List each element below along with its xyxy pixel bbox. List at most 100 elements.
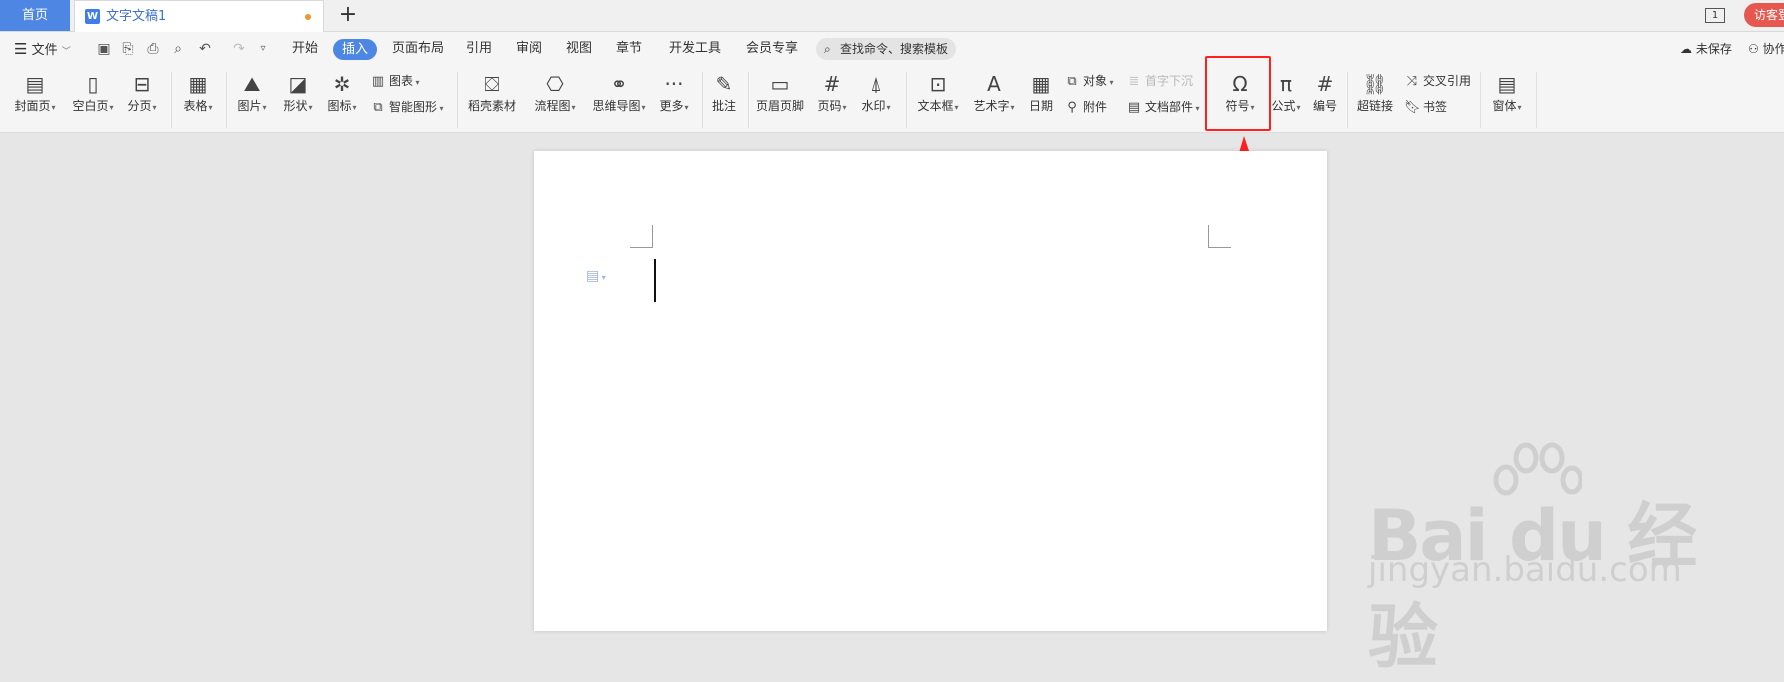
collab-label: 协作 xyxy=(1762,42,1784,56)
header-footer-button[interactable]: ▭ 页眉页脚 xyxy=(754,70,806,128)
chevron-down-icon: ▾ xyxy=(437,104,444,113)
wordart-label: 艺术字 xyxy=(973,99,1010,113)
print-icon[interactable]: ⎙ xyxy=(144,40,162,58)
command-search-input[interactable]: ⌕ 查找命令、搜索模板 xyxy=(816,38,956,60)
print-preview-icon[interactable]: ⌕ xyxy=(169,40,187,58)
page-break-button[interactable]: ⊟ 分页▾ xyxy=(124,70,160,128)
page-number-button[interactable]: # 页码▾ xyxy=(814,70,850,128)
icon-button[interactable]: ✲ 图标▾ xyxy=(324,70,360,128)
export-icon[interactable]: ⎘ xyxy=(119,40,137,58)
new-tab-button[interactable]: + xyxy=(336,2,360,28)
shape-icon: ◪ xyxy=(288,72,308,96)
flowchart-button[interactable]: ⎔ 流程图▾ xyxy=(530,70,580,128)
file-menu[interactable]: ☰ 文件 ﹀ xyxy=(14,32,71,66)
form-window-icon: ▤ xyxy=(1497,72,1517,96)
window-button[interactable]: ▤ 窗体▾ xyxy=(1488,70,1526,128)
visitor-login-button[interactable]: 访客登 xyxy=(1744,3,1784,27)
icon-label: 图标 xyxy=(327,99,352,113)
hyperlink-button[interactable]: ⛓ 超链接 xyxy=(1354,70,1396,128)
docparts-label: 文档部件 xyxy=(1145,100,1194,114)
tab-references[interactable]: 引用 xyxy=(466,32,492,66)
tab-page-layout[interactable]: 页面布局 xyxy=(392,32,444,66)
picture-label: 图片 xyxy=(237,99,262,113)
insert-ribbon: ▤ 封面页▾ ▯ 空白页▾ ⊟ 分页▾ ▦ 表格▾ ⛰ 图片▾ ◪ 形状▾ ✲ … xyxy=(0,66,1784,133)
chevron-down-icon: ▾ xyxy=(109,103,114,112)
numbering-button[interactable]: # 编号 xyxy=(1310,70,1340,128)
formula-label: 公式 xyxy=(1271,99,1296,113)
docer-material-button[interactable]: ⛋ 稻壳素材 xyxy=(466,70,518,128)
document-title: 文字文稿1 xyxy=(106,9,167,24)
collab-button[interactable]: ⚇ 协作 xyxy=(1748,32,1784,66)
attachment-label: 附件 xyxy=(1083,100,1108,114)
unsaved-dot-icon xyxy=(305,14,311,20)
wordart-button[interactable]: A 艺术字▾ xyxy=(970,70,1018,128)
crossref-icon: ⤨ xyxy=(1406,74,1418,89)
blank-page-button[interactable]: ▯ 空白页▾ xyxy=(70,70,116,128)
ribbon-divider xyxy=(1480,72,1481,128)
attachment-button[interactable]: ⚲ 附件 xyxy=(1064,97,1107,117)
unsaved-status[interactable]: ☁ 未保存 xyxy=(1680,32,1732,66)
ribbon-divider xyxy=(906,72,907,128)
tab-developer[interactable]: 开发工具 xyxy=(669,32,721,66)
docparts-button[interactable]: ▤ 文档部件 ▾ xyxy=(1126,97,1200,117)
docer-label: 稻壳素材 xyxy=(467,99,516,113)
table-button[interactable]: ▦ 表格▾ xyxy=(180,70,216,128)
ribbon-divider xyxy=(226,72,227,128)
more-button[interactable]: ··· 更多▾ xyxy=(656,70,692,128)
tab-insert[interactable]: 插入 xyxy=(333,39,377,60)
chevron-down-icon: ▾ xyxy=(1296,103,1301,112)
tab-review[interactable]: 审阅 xyxy=(516,32,542,66)
page-number-icon: # xyxy=(823,72,841,96)
redo-icon[interactable]: ↷ xyxy=(230,40,248,58)
mindmap-icon: ⚭ xyxy=(610,72,628,96)
chevron-down-icon: ▾ xyxy=(208,103,213,112)
tab-section[interactable]: 章节 xyxy=(616,32,642,66)
cover-page-button[interactable]: ▤ 封面页▾ xyxy=(12,70,58,128)
customize-toolbar-icon[interactable]: ▿ xyxy=(254,40,272,58)
shape-button[interactable]: ◪ 形状▾ xyxy=(280,70,316,128)
tab-home[interactable]: 首页 xyxy=(0,0,70,31)
window-label: 窗体 xyxy=(1492,99,1517,113)
tab-member[interactable]: 会员专享 xyxy=(746,32,798,66)
chart-label: 图表 xyxy=(389,74,414,88)
window-count-badge[interactable]: 1 xyxy=(1705,8,1725,23)
date-button[interactable]: ▦ 日期 xyxy=(1026,70,1056,128)
dropcap-label: 首字下沉 xyxy=(1145,74,1194,88)
chevron-down-icon: ▾ xyxy=(1010,103,1015,112)
tab-start[interactable]: 开始 xyxy=(292,32,318,66)
bookmark-button[interactable]: 🔖︎ 书签 xyxy=(1404,97,1447,117)
watermark-button[interactable]: ⍋ 水印▾ xyxy=(858,70,894,128)
unsaved-label: 未保存 xyxy=(1695,42,1732,56)
margin-corner-mark xyxy=(630,225,653,248)
chevron-down-icon: ▾ xyxy=(684,103,689,112)
mindmap-button[interactable]: ⚭ 思维导图▾ xyxy=(588,70,650,128)
object-button[interactable]: ⧉ 对象 ▾ xyxy=(1064,71,1114,91)
formula-button[interactable]: π 公式▾ xyxy=(1268,70,1304,128)
chevron-down-icon: ▾ xyxy=(954,103,959,112)
comment-button[interactable]: ✎ 批注 xyxy=(708,70,740,128)
textbox-button[interactable]: ⊡ 文本框▾ xyxy=(914,70,962,128)
tab-view[interactable]: 视图 xyxy=(566,32,592,66)
chart-icon: ▥ xyxy=(371,74,385,89)
writer-doc-icon: W xyxy=(85,9,100,24)
chevron-down-icon: ▾ xyxy=(262,103,267,112)
pi-icon: π xyxy=(1279,72,1293,96)
ribbon-divider xyxy=(748,72,749,128)
document-page[interactable]: ▤ ▾ xyxy=(534,151,1327,631)
numbering-icon: # xyxy=(1316,72,1334,96)
paragraph-layout-icon[interactable]: ▤ ▾ xyxy=(586,268,606,284)
smartart-button[interactable]: ⧉ 智能图形 ▾ xyxy=(370,97,444,117)
chevron-down-icon: ▾ xyxy=(641,103,646,112)
chevron-down-icon: ▾ xyxy=(1107,78,1114,87)
save-icon[interactable]: ▣ xyxy=(95,40,113,58)
ribbon-divider xyxy=(457,72,458,128)
blank-page-label: 空白页 xyxy=(72,99,109,113)
dropcap-button[interactable]: ≣ 首字下沉 xyxy=(1126,71,1193,91)
tab-document[interactable]: W 文字文稿1 xyxy=(74,0,324,32)
dropcap-icon: ≣ xyxy=(1128,74,1140,89)
undo-icon[interactable]: ↶ xyxy=(196,40,214,58)
picture-button[interactable]: ⛰ 图片▾ xyxy=(234,70,270,128)
crossref-button[interactable]: ⤨ 交叉引用 xyxy=(1404,71,1471,91)
user-plus-icon: ⚇ xyxy=(1748,42,1759,56)
chart-button[interactable]: ▥ 图表 ▾ xyxy=(370,71,420,91)
